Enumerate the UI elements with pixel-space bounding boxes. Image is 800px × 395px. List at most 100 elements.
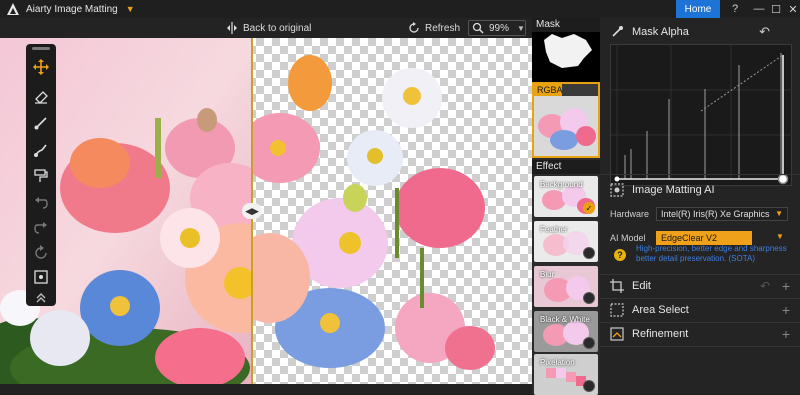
rgba-thumbnail[interactable]: RGBA [532, 82, 600, 158]
ai-model-select[interactable]: EdgeClear V2 [656, 231, 752, 245]
effect-label: Pixelation [540, 358, 575, 367]
paint-roller-icon [34, 169, 48, 182]
area-select-section[interactable]: Area Select + [600, 298, 800, 322]
effect-background[interactable]: Background ✓ [534, 176, 598, 217]
edit-label: Edit [632, 280, 651, 292]
effect-label: Blur [540, 270, 555, 279]
effect-label: Feather [540, 225, 568, 234]
home-button[interactable]: Home [676, 0, 720, 18]
area-select-icon [610, 303, 624, 317]
separator [600, 346, 800, 347]
mask-alpha-title: Mask Alpha [632, 26, 689, 38]
rgba-badge: RGBA [534, 84, 563, 96]
canvas-image [0, 38, 532, 384]
help-button[interactable]: ? [722, 0, 748, 18]
eraser-tool-button[interactable] [30, 85, 52, 107]
back-to-original-label: Back to original [243, 22, 312, 34]
undo-button[interactable] [30, 192, 52, 214]
mask-thumbnail[interactable] [532, 32, 600, 82]
app-menu-chevron-down-icon[interactable]: ▼ [126, 4, 135, 14]
hardware-select[interactable]: Intel(R) Iris(R) Xe Graphics ▼ [656, 207, 788, 221]
effect-heading: Effect [532, 160, 600, 174]
crop-icon [34, 270, 48, 284]
thumbnail-column: Mask RGBA Effect Background ✓ Feather Bl… [532, 18, 600, 395]
effect-selected-check-icon[interactable]: ✓ [583, 202, 595, 214]
image-canvas[interactable]: ◀▶ [0, 38, 532, 384]
effect-radio[interactable] [583, 292, 595, 304]
reset-icon [35, 245, 47, 259]
fill-tool-button[interactable] [30, 165, 52, 187]
zoom-chevron-down-icon[interactable]: ▼ [517, 24, 525, 33]
effect-radio[interactable] [583, 247, 595, 259]
title-bar: Aiarty Image Matting ▼ Home ? — ☐ ✕ [0, 0, 800, 18]
effect-pixelation[interactable]: Pixelation [534, 354, 598, 395]
alpha-curve-graph [611, 45, 793, 185]
effect-blur[interactable]: Blur [534, 266, 598, 307]
hardware-label: Hardware [610, 209, 650, 219]
paint-brush-icon [34, 144, 47, 157]
edit-section[interactable]: Edit ↶ + [600, 274, 800, 298]
area-select-label: Area Select [632, 304, 689, 316]
back-to-original-button[interactable]: Back to original [226, 18, 311, 38]
edit-undo-icon[interactable]: ↶ [760, 279, 770, 293]
zoom-control[interactable]: 99% ▼ [468, 20, 526, 36]
chevron-up-icon [36, 293, 46, 303]
info-icon: ? [614, 249, 626, 261]
app-title: Aiarty Image Matting [26, 3, 118, 15]
separator [600, 174, 800, 175]
effect-radio[interactable] [583, 380, 595, 392]
edit-plus-icon[interactable]: + [782, 278, 790, 294]
image-matting-title: Image Matting AI [632, 184, 715, 196]
area-select-plus-icon[interactable]: + [782, 302, 790, 318]
refresh-icon [409, 22, 419, 33]
effect-label: Background [540, 180, 583, 189]
refinement-section[interactable]: Refinement + [600, 322, 800, 346]
app-logo-icon [7, 3, 19, 15]
mask-alpha-header: Mask Alpha ↶ [600, 20, 800, 44]
crop-edit-icon [610, 279, 624, 293]
refinement-icon [610, 327, 624, 341]
mask-heading: Mask [532, 18, 600, 32]
chevron-down-icon: ▼ [775, 209, 783, 218]
crop-tool-button[interactable] [30, 266, 52, 288]
palette-grip[interactable] [32, 47, 50, 50]
ai-model-value: EdgeClear V2 [661, 233, 718, 243]
canvas-toolbar: Back to original Refresh 99% ▼ [0, 18, 532, 38]
refresh-button[interactable]: Refresh [408, 18, 460, 38]
redo-icon [34, 222, 47, 234]
split-handle-icon[interactable]: ◀▶ [242, 203, 262, 219]
mask-preview [544, 34, 592, 68]
ai-model-chevron-down-icon[interactable]: ▼ [776, 232, 784, 241]
ai-matting-icon [610, 183, 624, 197]
hardware-value: Intel(R) Iris(R) Xe Graphics [661, 209, 770, 219]
effect-black-white[interactable]: Black & White [534, 311, 598, 352]
brush-icon [34, 117, 47, 130]
refresh-label: Refresh [425, 22, 461, 34]
canvas-bottom-strip [0, 384, 532, 394]
brush-tool-button[interactable] [30, 112, 52, 134]
effect-feather[interactable]: Feather [534, 221, 598, 262]
refinement-plus-icon[interactable]: + [782, 326, 790, 342]
zoom-value: 99% [489, 22, 510, 34]
settings-panel: Mask Alpha ↶ Image Matting AI Hardware I… [600, 18, 800, 394]
split-view-icon [227, 22, 237, 34]
close-button[interactable]: ✕ [780, 0, 800, 18]
paint-tool-button[interactable] [30, 139, 52, 161]
reset-button[interactable] [30, 242, 52, 264]
redo-button[interactable] [30, 217, 52, 239]
zoom-icon [472, 22, 484, 34]
refinement-label: Refinement [632, 328, 689, 340]
effect-radio[interactable] [583, 337, 595, 349]
eraser-icon [35, 91, 48, 104]
collapse-palette-button[interactable] [30, 286, 52, 308]
dropper-icon [612, 26, 623, 37]
ai-model-label: AI Model [610, 233, 646, 243]
effect-label: Black & White [540, 315, 590, 324]
rgba-preview [534, 96, 598, 156]
move-tool-button[interactable] [30, 56, 52, 78]
alpha-curve-editor[interactable] [610, 44, 793, 186]
ai-model-description: High-precision, better edge and sharpnes… [636, 244, 787, 263]
image-matting-header: Image Matting AI [600, 178, 800, 202]
curve-reset-icon[interactable]: ↶ [759, 24, 770, 40]
undo-icon [35, 197, 48, 209]
